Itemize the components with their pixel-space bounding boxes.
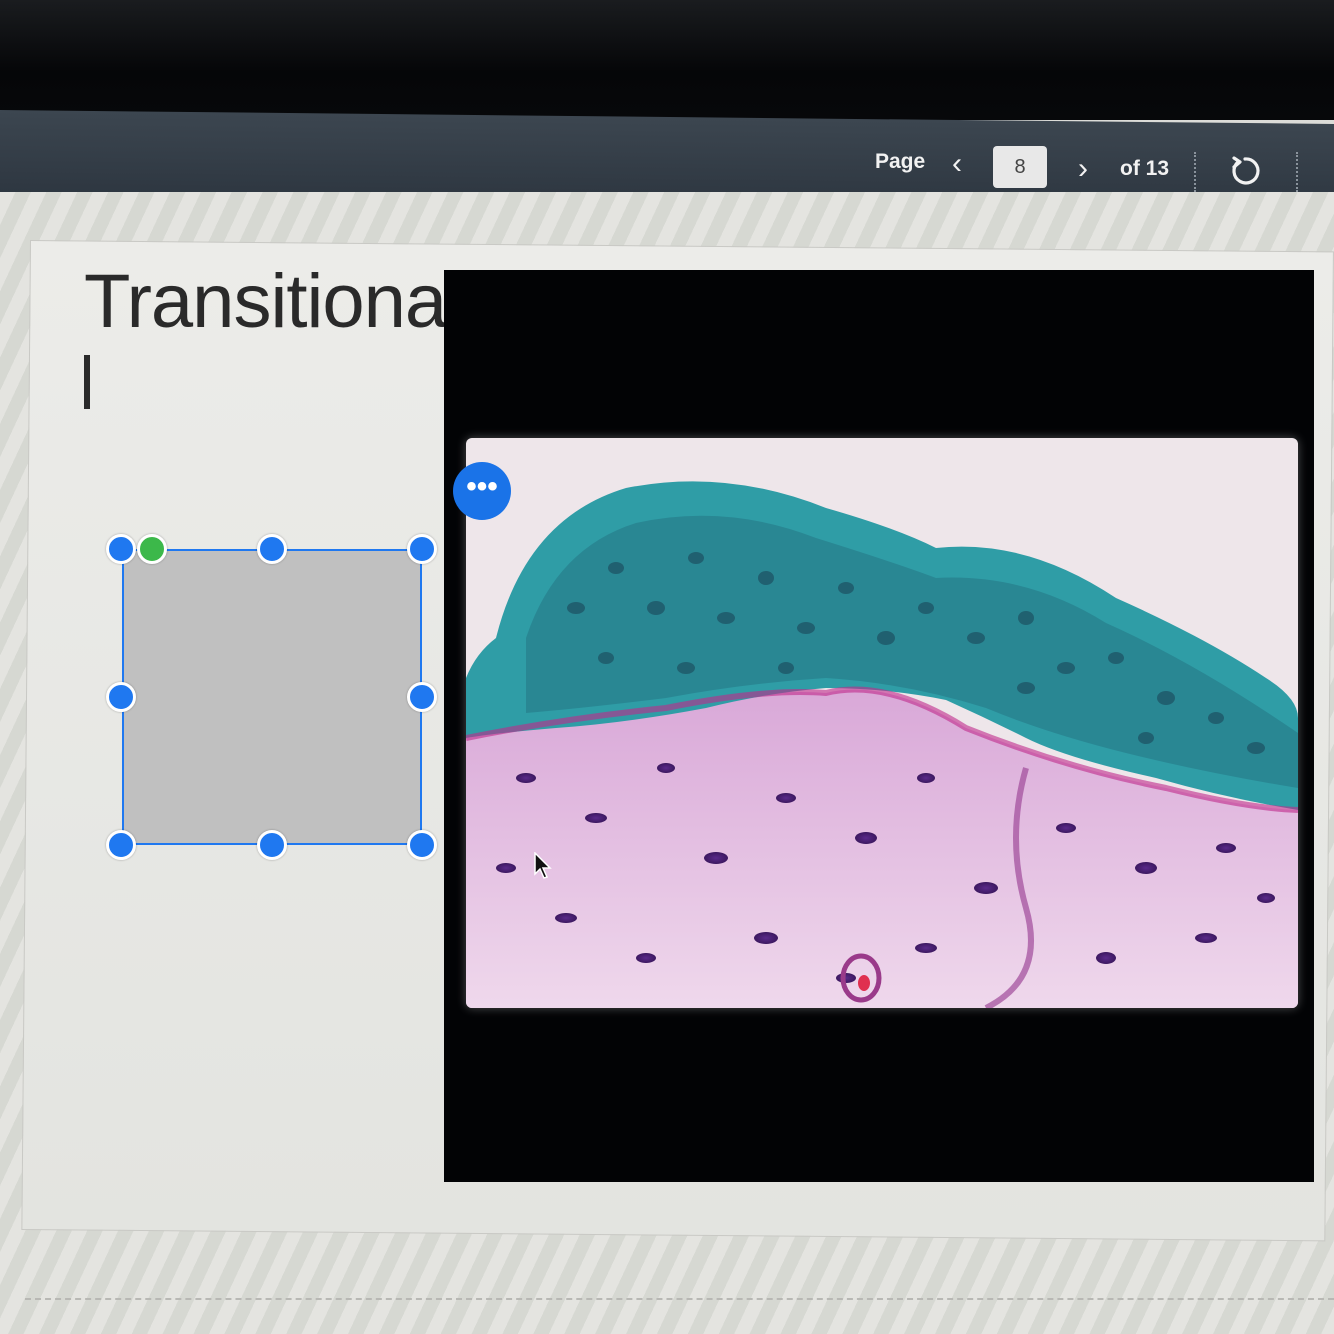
resize-handle-top-left[interactable] xyxy=(106,534,136,564)
chevron-left-icon: ‹ xyxy=(952,147,962,180)
slide-title[interactable]: Transitiona xyxy=(84,258,447,345)
more-options-button[interactable]: ••• xyxy=(453,462,511,520)
resize-handle-left[interactable] xyxy=(106,682,136,712)
microscope-image[interactable] xyxy=(466,438,1298,1008)
resize-handle-right[interactable] xyxy=(407,682,437,712)
refresh-icon xyxy=(1232,156,1260,185)
rotate-handle[interactable] xyxy=(137,534,167,564)
next-page-button[interactable]: › xyxy=(1066,150,1100,188)
page-bottom-divider xyxy=(25,1298,1334,1300)
chevron-right-icon: › xyxy=(1078,152,1088,185)
page-number-input[interactable] xyxy=(993,146,1047,188)
resize-handle-top[interactable] xyxy=(257,534,287,564)
resize-handle-bottom-left[interactable] xyxy=(106,830,136,860)
page-total: of 13 xyxy=(1120,157,1170,180)
title-second-line-caret xyxy=(84,355,90,409)
monitor-bezel xyxy=(0,0,1334,120)
mouse-cursor-icon xyxy=(534,852,552,879)
resize-handle-bottom-right[interactable] xyxy=(407,830,437,860)
toolbar-divider xyxy=(1194,152,1196,192)
prev-page-button[interactable]: ‹ xyxy=(940,145,974,183)
toolbar-divider-2 xyxy=(1296,152,1298,192)
refresh-button[interactable] xyxy=(1228,154,1262,188)
selected-rectangle-shape[interactable] xyxy=(122,549,422,845)
resize-handle-bottom[interactable] xyxy=(257,830,287,860)
resize-handle-top-right[interactable] xyxy=(407,534,437,564)
page-label: Page xyxy=(875,150,926,173)
